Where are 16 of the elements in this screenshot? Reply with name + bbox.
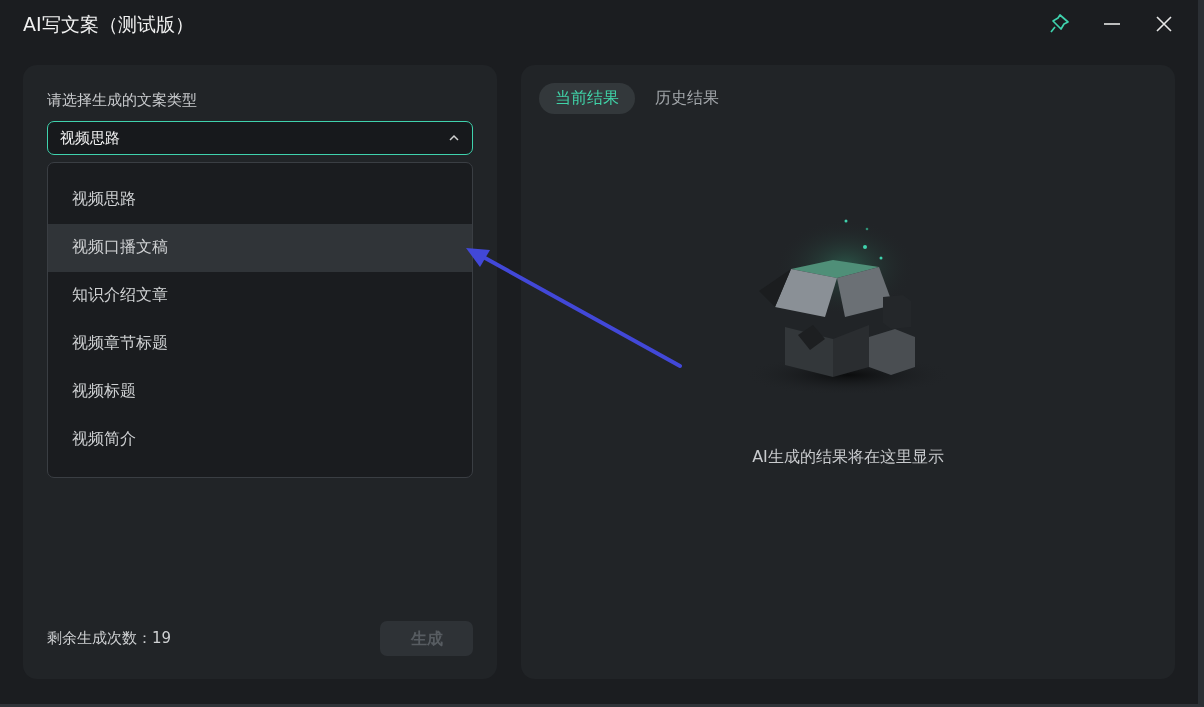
dropdown-option[interactable]: 视频思路 xyxy=(48,175,472,224)
dropdown-option[interactable]: 视频口播文稿 xyxy=(48,223,472,272)
minimize-icon xyxy=(1104,22,1120,25)
remaining-count: 剩余生成次数：19 xyxy=(47,628,172,650)
result-tab[interactable]: 当前结果 xyxy=(539,82,635,115)
dropdown-option[interactable]: 视频简介 xyxy=(48,415,472,464)
field-label: 请选择生成的文案类型 xyxy=(47,89,198,111)
dropdown-option[interactable]: 知识介绍文章 xyxy=(48,271,472,320)
caret-icon xyxy=(448,134,460,143)
dropdown-option[interactable]: 视频章节标题 xyxy=(48,319,472,368)
window-title: AI写文案（测试版） xyxy=(23,11,194,37)
empty-message: AI生成的结果将在这里显示 xyxy=(752,445,944,468)
result-tab[interactable]: 历史结果 xyxy=(639,82,735,115)
dropdown-option[interactable]: 视频标题 xyxy=(48,367,472,416)
type-dropdown[interactable]: 视频思路 xyxy=(47,121,473,156)
close-icon xyxy=(1154,13,1174,34)
